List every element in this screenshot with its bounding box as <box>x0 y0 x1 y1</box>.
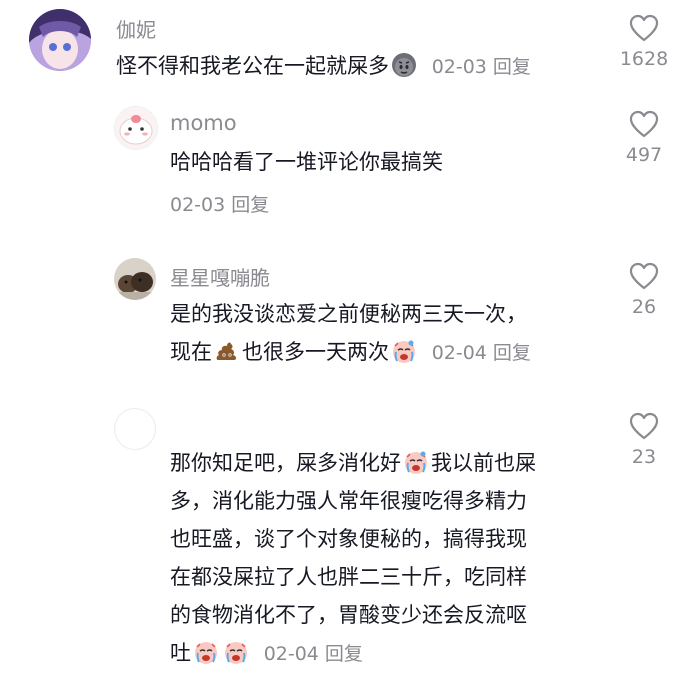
like-count: 1628 <box>619 48 669 70</box>
heart-outline-icon <box>629 412 659 440</box>
avatar[interactable] <box>114 106 158 150</box>
comment-body-line: 我以前也屎 <box>431 451 536 475</box>
comment-text: 是的我没谈恋爱之前便秘两三天一次， 现在 也很多一天两次 02-04 回复 <box>170 295 610 372</box>
avatar[interactable] <box>114 258 156 300</box>
comment-date: 02-04 <box>263 643 319 665</box>
reply-button[interactable]: 回复 <box>325 643 363 665</box>
crying-face-emoji <box>393 340 415 363</box>
like-count: 497 <box>625 144 663 166</box>
comment-body-line: 也很多一天两次 <box>242 340 389 364</box>
crying-face-emoji <box>225 642 247 664</box>
like-button[interactable]: 26 <box>614 262 674 318</box>
comment-author[interactable]: 伽妮 <box>116 14 156 43</box>
reply-button[interactable]: 回复 <box>493 56 531 78</box>
comment-date: 02-03 <box>170 194 226 216</box>
smirk-face-emoji <box>392 53 416 77</box>
like-button[interactable]: 1628 <box>614 14 674 70</box>
comment-body: 怪不得和我老公在一起就屎多 <box>116 54 389 78</box>
reply-button[interactable]: 回复 <box>231 194 269 216</box>
like-button[interactable]: 497 <box>614 110 674 166</box>
poop-emoji <box>216 342 237 360</box>
heart-outline-icon <box>629 110 659 138</box>
comment-body-line: 是的我没谈恋爱之前便秘两三天一次， <box>170 302 527 326</box>
comment-meta: 02-03 回复 <box>432 56 531 78</box>
heart-outline-icon <box>629 262 659 290</box>
comment-body-line: 那你知足吧，屎多消化好 <box>170 451 401 475</box>
heart-outline-icon <box>629 14 659 42</box>
comment-body-line: 现在 <box>170 340 212 364</box>
comment-body-line: 的食物消化不了，胃酸变少还会反流呕 <box>170 603 527 627</box>
comment-meta: 02-04 回复 <box>264 643 363 665</box>
crying-face-emoji <box>195 642 217 664</box>
comment-meta: 02-03 回复 <box>170 190 269 217</box>
comment-meta: 02-04 回复 <box>432 342 531 364</box>
crying-face-emoji <box>405 451 427 474</box>
comment-text: 那你知足吧，屎多消化好 我以前也屎 多，消化能力强人常年很瘦吃得多精力 也旺盛，谈… <box>170 444 610 673</box>
comment-body-line: 在都没屎拉了人也胖二三十斤，吃同样 <box>170 565 527 589</box>
reply-button[interactable]: 回复 <box>493 342 531 364</box>
comment-author[interactable]: momo <box>170 111 237 135</box>
avatar[interactable] <box>29 9 91 71</box>
comment-body-line: 多，消化能力强人常年很瘦吃得多精力 <box>170 489 527 513</box>
like-count: 23 <box>631 446 657 468</box>
like-count: 26 <box>631 296 657 318</box>
like-button[interactable]: 23 <box>614 412 674 468</box>
comment-date: 02-03 <box>431 56 487 78</box>
comment-body-line: 也旺盛，谈了个对象便秘的，搞得我现 <box>170 527 527 551</box>
comment-text: 怪不得和我老公在一起就屎多 02-03 回复 <box>116 47 596 86</box>
comment-author[interactable]: 星星嘎嘣脆 <box>170 262 270 291</box>
comment-date: 02-04 <box>431 342 487 364</box>
comment-text: 哈哈哈看了一堆评论你最搞笑 <box>170 150 443 174</box>
avatar[interactable] <box>114 408 156 450</box>
comment-body-line: 吐 <box>170 641 191 665</box>
